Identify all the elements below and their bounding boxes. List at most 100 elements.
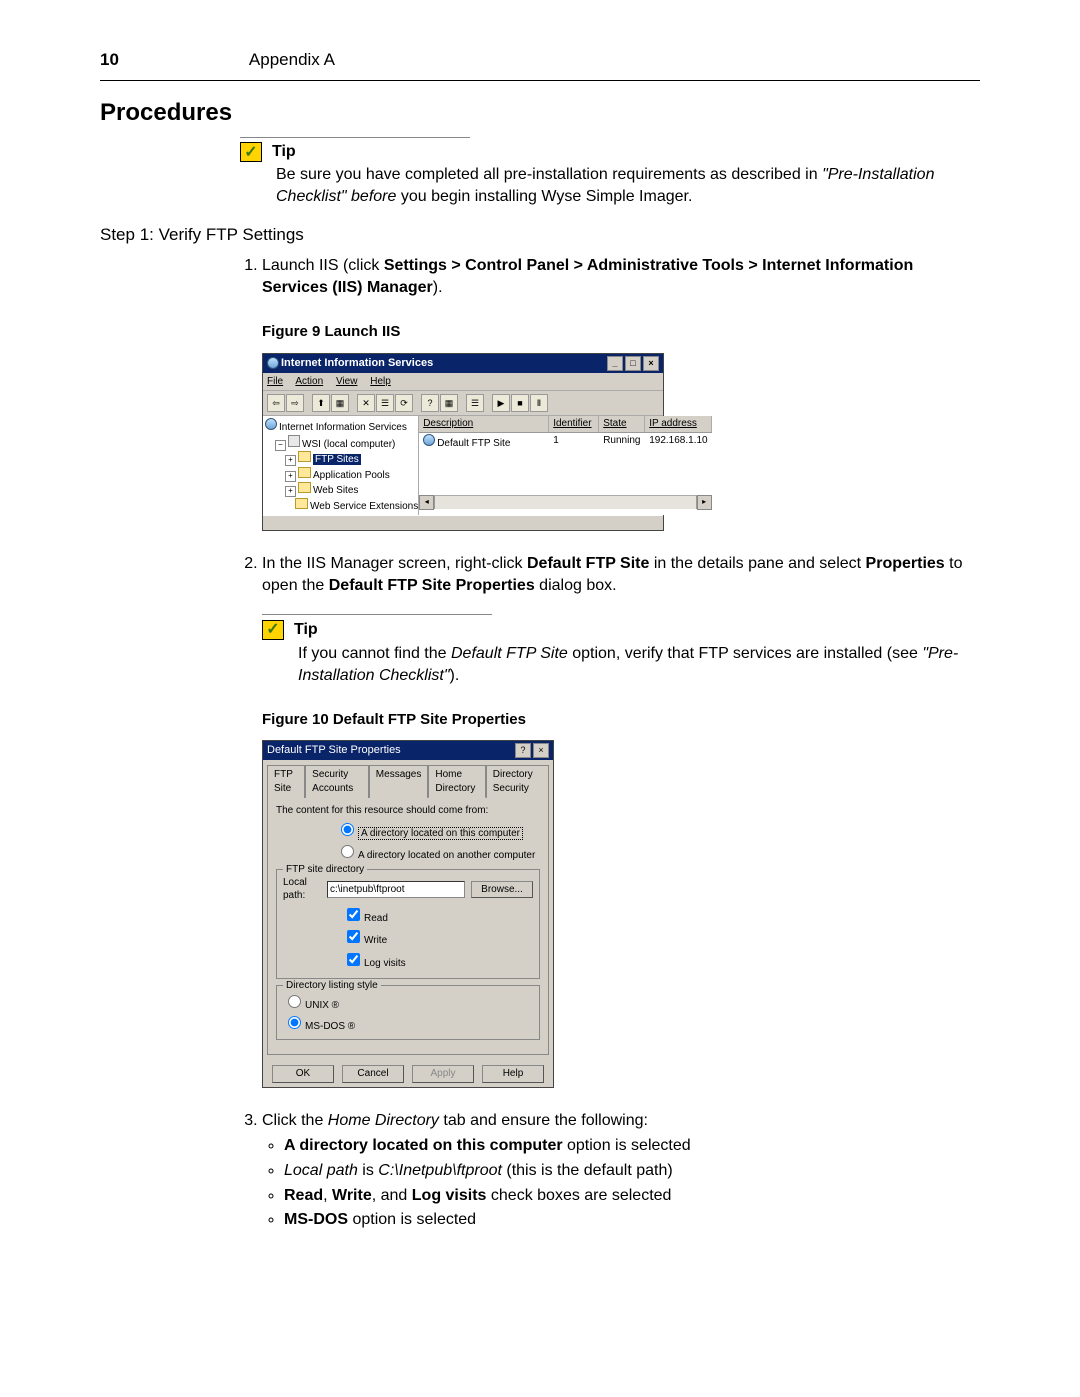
toolbar-button[interactable]: ▦ — [440, 394, 458, 412]
menu-help[interactable]: Help — [370, 376, 391, 387]
tree-web-ext[interactable]: Web Service Extensions — [310, 501, 418, 512]
menu-view[interactable]: View — [336, 376, 358, 387]
group-ftp-site-directory: FTP site directory Local path: Browse...… — [276, 869, 540, 980]
local-path-label: Local path: — [283, 876, 321, 903]
iis-menubar: File Action View Help — [263, 373, 663, 392]
dialog-tabs: FTP Site Security Accounts Messages Home… — [263, 760, 553, 797]
iis-app-icon — [267, 357, 279, 369]
folder-icon — [298, 482, 311, 493]
tip-label: Tip — [272, 143, 296, 161]
tip-rule — [240, 137, 470, 138]
close-button[interactable]: × — [643, 356, 659, 371]
tree-computer[interactable]: WSI (local computer) — [302, 439, 395, 450]
scroll-right-icon[interactable]: ▸ — [697, 495, 712, 510]
radio-msdos[interactable] — [288, 1016, 301, 1029]
tab-security-accounts[interactable]: Security Accounts — [305, 765, 369, 798]
ok-button[interactable]: OK — [272, 1065, 334, 1083]
radio-local-directory[interactable] — [341, 823, 354, 836]
refresh-button[interactable]: ⟳ — [395, 394, 413, 412]
radio-unix[interactable] — [288, 995, 301, 1008]
properties-button[interactable]: ☰ — [376, 394, 394, 412]
checkbox-log-visits[interactable] — [347, 953, 360, 966]
tab-ftp-site[interactable]: FTP Site — [267, 765, 305, 798]
toolbar-button[interactable]: ? — [421, 394, 439, 412]
scroll-left-icon[interactable]: ◂ — [419, 495, 434, 510]
bullet-item: MS-DOS option is selected — [284, 1209, 980, 1231]
back-button[interactable]: ⇦ — [267, 394, 285, 412]
tree-web-sites[interactable]: Web Sites — [313, 485, 358, 496]
help-button[interactable]: Help — [482, 1065, 544, 1083]
checkbox-read[interactable] — [347, 908, 360, 921]
col-ip-address[interactable]: IP address — [645, 416, 711, 432]
forward-button[interactable]: ⇨ — [286, 394, 304, 412]
expand-icon[interactable]: + — [285, 486, 296, 497]
iis-list-pane: Description Identifier State IP address … — [419, 416, 711, 515]
server-icon — [288, 435, 300, 447]
cancel-button[interactable]: Cancel — [342, 1065, 404, 1083]
col-identifier[interactable]: Identifier — [549, 416, 599, 432]
stop-button[interactable]: ■ — [511, 394, 529, 412]
tab-home-directory[interactable]: Home Directory — [428, 765, 485, 798]
checkbox-log-label: Log visits — [364, 958, 406, 969]
list-row[interactable]: Default FTP Site 1 Running 192.168.1.10 — [419, 433, 711, 452]
tree-app-pools[interactable]: Application Pools — [313, 470, 390, 481]
col-description[interactable]: Description — [419, 416, 549, 432]
content-from-label: The content for this resource should com… — [276, 804, 540, 818]
expand-icon[interactable]: + — [285, 455, 296, 466]
radio-unix-label: UNIX ® — [305, 1000, 339, 1011]
checkmark-icon: ✓ — [262, 620, 284, 640]
tip-body: Be sure you have completed all pre-insta… — [276, 164, 980, 207]
procedure-step-3: Click the Home Directory tab and ensure … — [262, 1110, 980, 1231]
toolbar-button[interactable]: ☰ — [466, 394, 484, 412]
folder-icon — [295, 498, 308, 509]
tip-label: Tip — [294, 619, 318, 641]
horizontal-scrollbar[interactable]: ◂ ▸ — [419, 495, 711, 509]
col-state[interactable]: State — [599, 416, 645, 432]
procedure-step-2: In the IIS Manager screen, right-click D… — [262, 553, 980, 1088]
maximize-button[interactable]: □ — [625, 356, 641, 371]
tree-ftp-sites[interactable]: FTP Sites — [313, 454, 361, 465]
procedure-step-1: Launch IIS (click Settings > Control Pan… — [262, 255, 980, 531]
close-button[interactable]: × — [533, 743, 549, 758]
radio-remote-directory[interactable] — [341, 845, 354, 858]
browse-button[interactable]: Browse... — [471, 881, 533, 899]
toolbar-button[interactable]: ✕ — [357, 394, 375, 412]
up-button[interactable]: ⬆ — [312, 394, 330, 412]
iis-window-title: Internet Information Services — [281, 356, 433, 371]
folder-icon — [298, 451, 311, 462]
iis-titlebar: Internet Information Services _ □ × — [263, 354, 663, 373]
globe-icon — [265, 418, 277, 430]
iis-window: Internet Information Services _ □ × File… — [262, 353, 664, 532]
tab-panel: The content for this resource should com… — [267, 797, 549, 1055]
figure-9-caption: Figure 9 Launch IIS — [262, 322, 980, 342]
dialog-title: Default FTP Site Properties — [267, 743, 401, 758]
apply-button[interactable]: Apply — [412, 1065, 474, 1083]
expand-icon[interactable]: + — [285, 471, 296, 482]
figure-10-caption: Figure 10 Default FTP Site Properties — [262, 710, 980, 730]
tab-directory-security[interactable]: Directory Security — [486, 765, 549, 798]
toolbar-button[interactable]: ▦ — [331, 394, 349, 412]
section-title: Procedures — [100, 99, 980, 127]
group-directory-listing-style: Directory listing style UNIX ® MS-DOS ® — [276, 985, 540, 1040]
iis-toolbar: ⇦ ⇨ ⬆ ▦ ✕ ☰ ⟳ ? ▦ ☰ ▶ ■ Ⅱ — [263, 391, 663, 416]
help-button[interactable]: ? — [515, 743, 531, 758]
radio-local-label: A directory located on this computer — [358, 827, 523, 840]
checkbox-write[interactable] — [347, 930, 360, 943]
checkbox-read-label: Read — [364, 913, 388, 924]
checkbox-write-label: Write — [364, 935, 387, 946]
tip-rule — [262, 614, 492, 615]
tab-messages[interactable]: Messages — [369, 765, 429, 798]
local-path-input[interactable] — [327, 881, 465, 898]
appendix-label: Appendix A — [249, 50, 335, 70]
play-button[interactable]: ▶ — [492, 394, 510, 412]
ftp-properties-dialog: Default FTP Site Properties ? × FTP Site… — [262, 740, 554, 1088]
menu-file[interactable]: File — [267, 376, 283, 387]
dialog-titlebar: Default FTP Site Properties ? × — [263, 741, 553, 760]
minimize-button[interactable]: _ — [607, 356, 623, 371]
pause-button[interactable]: Ⅱ — [530, 394, 548, 412]
iis-statusbar — [263, 515, 663, 530]
expand-icon[interactable]: − — [275, 440, 286, 451]
bullet-item: A directory located on this computer opt… — [284, 1135, 980, 1157]
tree-root[interactable]: Internet Information Services — [279, 422, 407, 433]
menu-action[interactable]: Action — [295, 376, 323, 387]
